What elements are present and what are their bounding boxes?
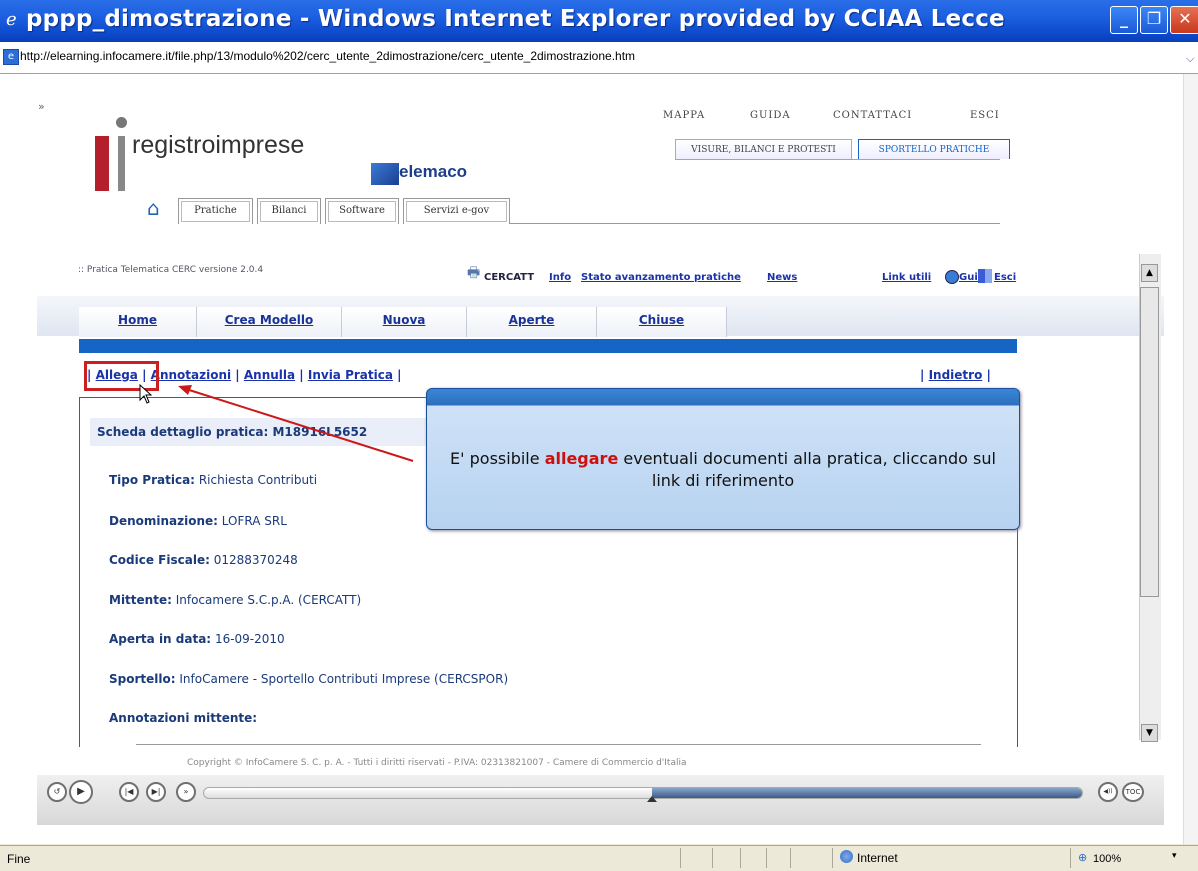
top-link-mappa[interactable]: MAPPA <box>663 110 705 121</box>
scroll-up-icon[interactable]: ▲ <box>1141 264 1158 282</box>
nav-chiuse[interactable]: Chiuse <box>597 307 727 337</box>
zoom-dropdown-icon[interactable]: ▾ <box>1172 851 1177 861</box>
top-divider <box>675 159 1000 160</box>
cercatt-label: CERCATT <box>484 272 535 283</box>
nav-crea-modello[interactable]: Crea Modello <box>197 307 342 337</box>
field-aperta-in-data: Aperta in data: 16-09-2010 <box>109 632 285 646</box>
detail-heading: Scheda dettaglio pratica: M18916L5652 <box>97 425 368 439</box>
top-link-guida[interactable]: GUIDA <box>750 110 791 121</box>
telemaco-logo[interactable]: elemaco <box>399 162 467 182</box>
window-title: pppp_dimostrazione - Windows Internet Ex… <box>26 6 1005 32</box>
mouse-cursor-icon <box>139 384 153 404</box>
status-divider <box>766 848 767 868</box>
status-divider <box>712 848 713 868</box>
top-link-contattaci[interactable]: CONTATTACI <box>833 110 912 121</box>
telemaco-logo-icon <box>371 163 399 185</box>
field-tipo-pratica: Tipo Pratica: Richiesta Contributi <box>109 473 318 487</box>
visure-button[interactable]: VISURE, BILANCI E PROTESTI <box>675 139 852 159</box>
nav-nuova[interactable]: Nuova <box>342 307 467 337</box>
volume-icon[interactable]: ◀)) <box>1098 782 1118 802</box>
logo-dot <box>116 117 127 128</box>
footer-divider <box>136 744 981 745</box>
status-divider <box>1070 848 1071 868</box>
nav-accent-bar <box>79 339 1017 353</box>
status-text: Fine <box>7 852 31 866</box>
link-news[interactable]: News <box>767 272 797 283</box>
link-info[interactable]: Info <box>549 272 571 283</box>
status-divider <box>740 848 741 868</box>
callout-emphasis: allegare <box>544 449 619 468</box>
internet-globe-icon <box>840 850 853 863</box>
separator: | <box>392 368 402 382</box>
link-esci[interactable]: Esci <box>994 272 1016 283</box>
back-links: | Indietro | <box>920 368 991 382</box>
outer-scrollbar[interactable] <box>1183 74 1198 844</box>
status-divider <box>832 848 833 868</box>
field-codice-fiscale: Codice Fiscale: 01288370248 <box>109 553 298 567</box>
previous-icon[interactable]: |◀ <box>119 782 139 802</box>
annulla-link[interactable]: Annulla <box>244 368 295 382</box>
status-bar <box>0 845 1198 871</box>
esci-icon <box>978 269 992 283</box>
tab-software[interactable]: Software <box>325 198 399 224</box>
nav-aperte[interactable]: Aperte <box>467 307 597 337</box>
tab-servizi-egov[interactable]: Servizi e-gov <box>403 198 510 224</box>
progress-fill <box>652 788 1082 798</box>
play-icon[interactable]: ▶ <box>69 780 93 804</box>
sportello-pratiche-button[interactable]: SPORTELLO PRATICHE <box>858 139 1010 159</box>
status-divider <box>790 848 791 868</box>
address-url[interactable]: http://elearning.infocamere.it/file.php/… <box>20 49 635 63</box>
scroll-thumb[interactable] <box>1140 287 1159 597</box>
indietro-link[interactable]: Indietro <box>929 368 983 382</box>
field-annotazioni-mittente: Annotazioni mittente: <box>109 711 258 725</box>
tab-bilanci[interactable]: Bilanci <box>257 198 321 224</box>
link-stato-avanzamento[interactable]: Stato avanzamento pratiche <box>581 272 741 283</box>
copyright-text: Copyright © InfoCamere S. C. p. A. - Tut… <box>187 758 687 768</box>
brand-logo[interactable]: registroimprese <box>132 131 304 160</box>
zoom-level[interactable]: 100% <box>1093 853 1121 865</box>
tab-baseline <box>510 223 1000 224</box>
callout-text: E' possibile allegare eventuali document… <box>436 448 1010 492</box>
separator: | <box>231 368 244 382</box>
expand-icon[interactable]: » <box>38 100 45 113</box>
toc-button[interactable]: TOC <box>1122 782 1144 802</box>
restore-button[interactable]: ❐ <box>1140 6 1168 34</box>
link-utili[interactable]: Link utili <box>882 272 931 283</box>
player-bar <box>37 775 1164 825</box>
separator: | <box>982 368 991 382</box>
zoom-icon[interactable]: ⊕ <box>1078 851 1087 864</box>
field-mittente: Mittente: Infocamere S.C.p.A. (CERCATT) <box>109 593 362 607</box>
ie-logo-icon: e <box>6 9 17 30</box>
separator: | <box>295 368 308 382</box>
address-dropdown-icon[interactable]: ⌵ <box>1186 52 1194 66</box>
fast-forward-icon[interactable]: » <box>176 782 196 802</box>
minimize-button[interactable]: _ <box>1110 6 1138 34</box>
guida-globe-icon <box>945 270 959 284</box>
page-icon: e <box>3 49 19 65</box>
status-divider <box>680 848 681 868</box>
replay-icon[interactable]: ↺ <box>47 782 67 802</box>
app-version: :: Pratica Telematica CERC versione 2.0.… <box>78 265 264 275</box>
callout-suffix: eventuali documenti alla pratica, clicca… <box>618 449 996 490</box>
logo-bar-red <box>95 136 109 191</box>
tab-pratiche[interactable]: Pratiche <box>178 198 253 224</box>
field-sportello: Sportello: InfoCamere - Sportello Contri… <box>109 672 509 686</box>
close-button[interactable]: ✕ <box>1170 6 1198 34</box>
scroll-down-icon[interactable]: ▼ <box>1141 724 1158 742</box>
nav-home[interactable]: Home <box>79 307 197 337</box>
separator: | <box>920 368 929 382</box>
callout-prefix: E' possibile <box>450 449 545 468</box>
progress-knob[interactable] <box>647 796 657 802</box>
logo-bar-grey <box>118 136 125 191</box>
annotazioni-link[interactable]: Annotazioni <box>151 368 231 382</box>
printer-icon: 🖶 <box>467 265 481 281</box>
top-link-esci[interactable]: ESCI <box>970 110 1000 121</box>
home-icon[interactable]: ⌂ <box>147 196 160 220</box>
next-icon[interactable]: ▶| <box>146 782 166 802</box>
zone-text: Internet <box>857 851 898 865</box>
invia-pratica-link[interactable]: Invia Pratica <box>308 368 393 382</box>
field-denominazione: Denominazione: LOFRA SRL <box>109 514 287 528</box>
